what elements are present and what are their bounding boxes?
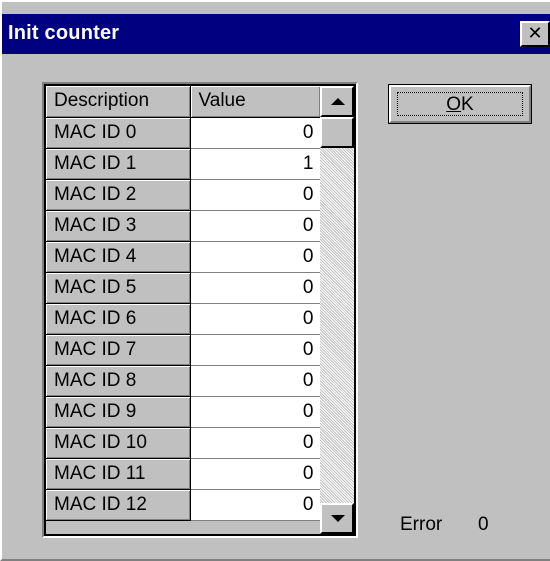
row-value-cell[interactable]: 0: [190, 427, 321, 459]
table-row[interactable]: MAC ID 90: [46, 396, 321, 428]
row-description: MAC ID 3: [46, 210, 191, 242]
table-row[interactable]: MAC ID 30: [46, 210, 321, 242]
row-value-cell[interactable]: 0: [190, 458, 321, 490]
row-description: MAC ID 2: [46, 179, 191, 211]
counter-grid[interactable]: Description Value MAC ID 0 0 MAC ID 1 1 MAC …: [44, 84, 356, 536]
table-row[interactable]: MAC ID 12 0: [46, 489, 321, 521]
ok-button[interactable]: OK: [388, 84, 532, 124]
scroll-down-button[interactable]: [320, 503, 354, 534]
table-row[interactable]: MAC ID 60: [46, 303, 321, 335]
table-row[interactable]: MAC ID 10 0: [46, 427, 321, 459]
ok-button-bevel: OK: [389, 85, 531, 123]
counter-table: Description Value MAC ID 0 0 MAC ID 1 1 MAC …: [46, 86, 321, 521]
row-value-cell[interactable]: 0: [190, 396, 321, 428]
table-row[interactable]: MAC ID 11: [46, 148, 321, 180]
row-description: MAC ID 0: [46, 117, 191, 149]
scroll-up-button[interactable]: [320, 86, 354, 117]
error-value: 0: [478, 514, 489, 535]
dialog-title: Init counter: [8, 22, 120, 44]
row-value-cell[interactable]: 0: [190, 303, 321, 335]
row-description: MAC ID 5: [46, 272, 191, 304]
vertical-scrollbar[interactable]: [320, 86, 354, 534]
row-description: MAC ID 6: [46, 303, 191, 335]
ok-mnemonic: O: [446, 94, 462, 115]
close-icon: ✕: [527, 23, 543, 44]
row-description: MAC ID 9: [46, 396, 191, 428]
row-description: MAC ID 8: [46, 365, 191, 397]
row-value-cell[interactable]: 0: [190, 334, 321, 366]
arrow-up-icon: [331, 98, 345, 105]
row-description: MAC ID 7: [46, 334, 191, 366]
row-value-cell[interactable]: 0: [190, 365, 321, 397]
row-description: MAC ID 10: [46, 427, 191, 459]
scroll-thumb[interactable]: [320, 117, 354, 148]
row-value-cell[interactable]: 0: [190, 117, 321, 149]
table-row[interactable]: MAC ID 70: [46, 334, 321, 366]
column-header-description[interactable]: Description: [46, 86, 191, 118]
arrow-down-icon: [331, 515, 345, 522]
ok-label-rest: K: [461, 94, 474, 115]
row-value-cell[interactable]: 0: [190, 489, 321, 521]
row-value-cell[interactable]: 0: [190, 179, 321, 211]
row-value-cell[interactable]: 0: [190, 241, 321, 273]
ok-button-label: OK: [397, 92, 523, 116]
table-row[interactable]: MAC ID 20: [46, 179, 321, 211]
row-description: MAC ID 1: [46, 148, 191, 180]
row-value-cell[interactable]: 0: [190, 210, 321, 242]
title-bar[interactable]: Init counter ✕: [2, 14, 550, 54]
column-header-value[interactable]: Value: [190, 86, 321, 118]
row-value-cell[interactable]: 0: [190, 272, 321, 304]
row-description: MAC ID 12: [46, 489, 191, 521]
table-row[interactable]: MAC ID 40: [46, 241, 321, 273]
row-value-cell[interactable]: 1: [190, 148, 321, 180]
table-row[interactable]: MAC ID 50: [46, 272, 321, 304]
table-row[interactable]: MAC ID 80: [46, 365, 321, 397]
row-description: MAC ID 4: [46, 241, 191, 273]
row-description: MAC ID 11: [46, 458, 191, 490]
table-row[interactable]: MAC ID 11 0: [46, 458, 321, 490]
error-label: Error: [400, 514, 443, 535]
init-counter-dialog: Init counter ✕ Description Value MAC ID …: [0, 0, 550, 561]
close-button[interactable]: ✕: [520, 21, 550, 47]
table-row[interactable]: MAC ID 00: [46, 117, 321, 149]
